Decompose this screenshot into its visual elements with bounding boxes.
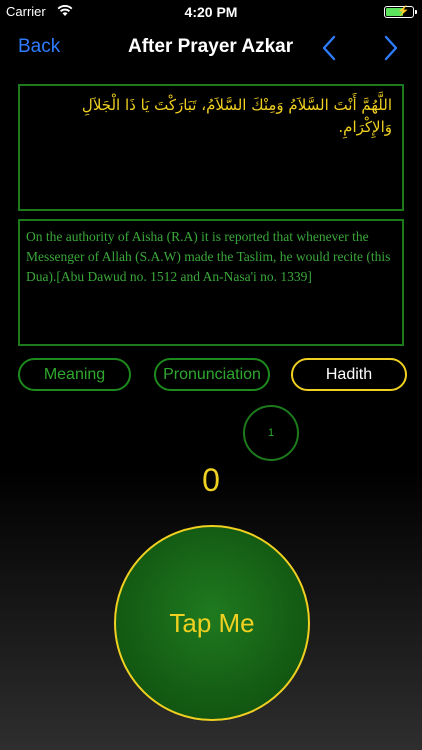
tab-pronunciation[interactable]: Pronunciation	[154, 358, 270, 391]
status-time: 4:20 PM	[184, 4, 238, 20]
hadith-box: On the authority of Aisha (R.A) it is re…	[18, 219, 404, 346]
navigation-bar: Back After Prayer Azkar	[0, 24, 422, 72]
hadith-text: On the authority of Aisha (R.A) it is re…	[26, 229, 391, 284]
chevron-right-icon[interactable]	[380, 33, 402, 63]
chevron-left-icon[interactable]	[318, 33, 340, 63]
repeat-count-badge: 1	[243, 405, 299, 461]
tap-counter: 0	[202, 462, 220, 498]
page-title: After Prayer Azkar	[128, 36, 294, 57]
tab-hadith[interactable]: Hadith	[291, 358, 407, 391]
tab-meaning[interactable]: Meaning	[18, 358, 131, 391]
status-bar: Carrier 4:20 PM ⚡	[0, 0, 422, 24]
back-button[interactable]: Back	[18, 36, 60, 58]
arabic-dua-box: اللَّهُمَّ أَنْتَ السَّلاَمُ وَمِنْكَ ال…	[18, 84, 404, 211]
battery-icon: ⚡	[384, 6, 417, 18]
arabic-dua-text: اللَّهُمَّ أَنْتَ السَّلاَمُ وَمِنْكَ ال…	[81, 96, 392, 136]
tap-me-button[interactable]: Tap Me	[114, 525, 310, 721]
tap-me-label: Tap Me	[169, 607, 255, 638]
